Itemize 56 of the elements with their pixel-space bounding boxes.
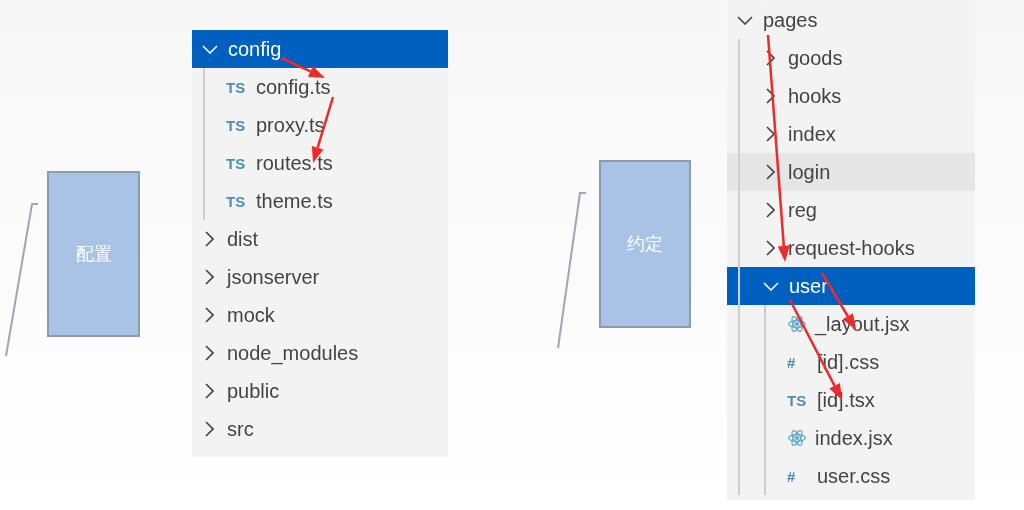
tree-row[interactable]: config: [192, 30, 448, 68]
tree-label: user: [789, 274, 828, 299]
file-type-icon: TS: [787, 392, 809, 408]
tree-label: mock: [227, 303, 275, 328]
tree-row[interactable]: hooks: [727, 77, 975, 115]
tree-row[interactable]: # user.css: [727, 457, 975, 495]
tree-label: pages: [763, 8, 818, 33]
tree-label: index.jsx: [815, 426, 893, 451]
tree-label: config.ts: [256, 75, 331, 100]
file-type-icon: #: [787, 468, 809, 484]
tree-row[interactable]: index.jsx: [727, 419, 975, 457]
tree-row[interactable]: reg: [727, 191, 975, 229]
tree-row[interactable]: node_modules: [192, 334, 448, 372]
annotation-arrow: [280, 56, 325, 78]
label-card: 约定: [599, 160, 691, 328]
tree-label: routes.ts: [256, 151, 333, 176]
tree-label: user.css: [817, 464, 891, 489]
tree-row[interactable]: mock: [192, 296, 448, 334]
tree-label: proxy.ts: [256, 113, 325, 138]
tree-label: jsonserver: [227, 265, 320, 290]
atom-icon: [787, 428, 807, 448]
atom-icon: [787, 314, 807, 334]
tree-row[interactable]: login: [727, 153, 975, 191]
tree-label: dist: [227, 227, 259, 252]
tree-row[interactable]: user: [727, 267, 975, 305]
tree-label: public: [227, 379, 280, 404]
tree-label: index: [788, 122, 836, 147]
file-type-icon: TS: [226, 117, 248, 133]
tree-label: src: [227, 417, 254, 442]
file-type-icon: TS: [226, 79, 248, 95]
tree-row[interactable]: TS routes.ts: [192, 144, 448, 182]
tree-row[interactable]: TS config.ts: [192, 68, 448, 106]
tree-row[interactable]: src: [192, 410, 448, 448]
tree-row[interactable]: jsonserver: [192, 258, 448, 296]
tree-label: hooks: [788, 84, 842, 109]
tree-row[interactable]: index: [727, 115, 975, 153]
tree-row[interactable]: TS theme.ts: [192, 182, 448, 220]
tree-label: config: [228, 37, 282, 62]
tree-label: request-hooks: [788, 236, 915, 261]
tree-label: login: [788, 160, 831, 185]
tree-label: [id].tsx: [817, 388, 875, 413]
tree-label: goods: [788, 46, 843, 71]
tree-row[interactable]: TS proxy.ts: [192, 106, 448, 144]
tree-label: theme.ts: [256, 189, 333, 214]
label-card: 配置: [47, 171, 140, 337]
tree-row[interactable]: goods: [727, 39, 975, 77]
tree-row[interactable]: pages: [727, 1, 975, 39]
tree-label: reg: [788, 198, 817, 223]
tree-row[interactable]: TS [id].tsx: [727, 381, 975, 419]
file-type-icon: TS: [226, 155, 248, 171]
file-type-icon: #: [787, 354, 809, 370]
file-type-icon: TS: [226, 193, 248, 209]
tree-row[interactable]: dist: [192, 220, 448, 258]
tree-label: node_modules: [227, 341, 359, 367]
tree-row[interactable]: public: [192, 372, 448, 410]
tree-row[interactable]: request-hooks: [727, 229, 975, 267]
